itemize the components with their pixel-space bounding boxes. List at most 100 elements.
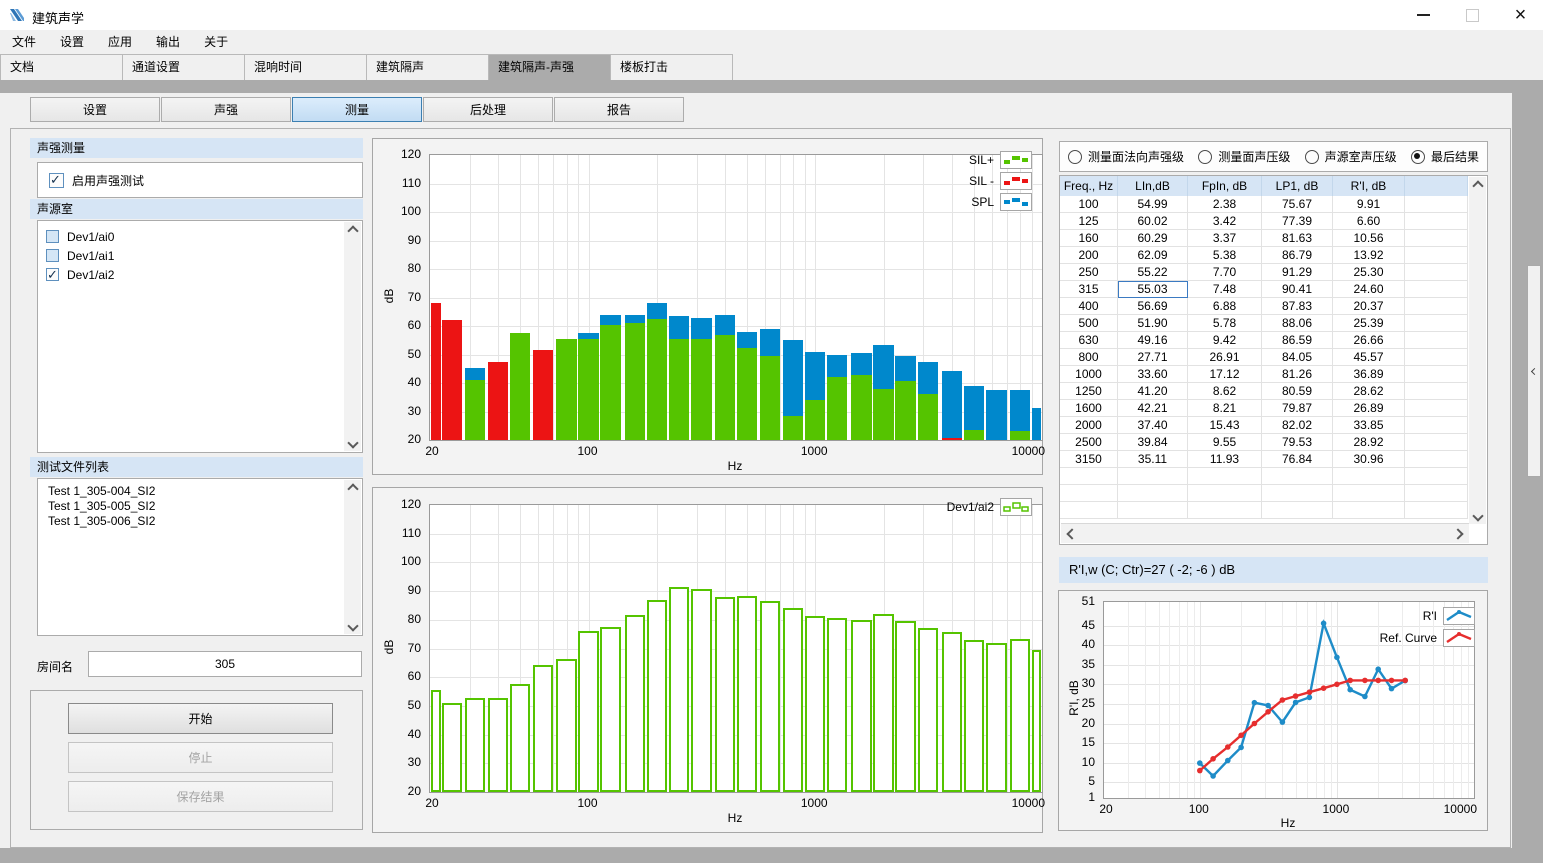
- enable-intensity-checkbox[interactable]: 启用声强测试: [49, 171, 362, 190]
- file-item[interactable]: Test 1_305-005_SI2: [48, 499, 362, 514]
- table-cell[interactable]: 2500: [1060, 434, 1118, 451]
- table-cell[interactable]: 60.02: [1118, 213, 1188, 230]
- table-cell[interactable]: 51.90: [1118, 315, 1188, 332]
- table-cell[interactable]: 91.29: [1262, 264, 1333, 281]
- table-cell[interactable]: 160: [1060, 230, 1118, 247]
- scroll-up-arrow[interactable]: [1469, 177, 1486, 194]
- table-cell[interactable]: 27.71: [1118, 349, 1188, 366]
- table-cell[interactable]: 75.67: [1262, 196, 1333, 213]
- table-cell[interactable]: 26.89: [1333, 400, 1405, 417]
- radio-option-1[interactable]: 测量面声压级: [1198, 148, 1290, 165]
- table-cell[interactable]: 125: [1060, 213, 1118, 230]
- table-cell[interactable]: 1600: [1060, 400, 1118, 417]
- table-cell[interactable]: 26.66: [1333, 332, 1405, 349]
- table-cell[interactable]: 76.84: [1262, 451, 1333, 468]
- table-cell[interactable]: [1262, 485, 1333, 502]
- table-cell[interactable]: 5.38: [1188, 247, 1262, 264]
- collapse-panel-button[interactable]: [1527, 265, 1541, 477]
- table-cell[interactable]: 11.93: [1188, 451, 1262, 468]
- radio-option-3[interactable]: 最后结果: [1411, 148, 1479, 165]
- table-cell[interactable]: 1000: [1060, 366, 1118, 383]
- tab-3[interactable]: 建筑隔声: [367, 54, 489, 81]
- file-item[interactable]: Test 1_305-006_SI2: [48, 514, 362, 529]
- subtab-2[interactable]: 测量: [292, 97, 422, 122]
- table-cell[interactable]: 88.06: [1262, 315, 1333, 332]
- table-cell[interactable]: 25.30: [1333, 264, 1405, 281]
- table-cell[interactable]: [1405, 434, 1468, 451]
- table-cell[interactable]: 3.42: [1188, 213, 1262, 230]
- subtab-3[interactable]: 后处理: [423, 97, 553, 122]
- table-cell[interactable]: 250: [1060, 264, 1118, 281]
- table-cell[interactable]: 62.09: [1118, 247, 1188, 264]
- table-cell[interactable]: 84.05: [1262, 349, 1333, 366]
- table-cell[interactable]: 2000: [1060, 417, 1118, 434]
- table-cell[interactable]: [1262, 468, 1333, 485]
- table-cell[interactable]: [1405, 417, 1468, 434]
- table-cell[interactable]: 79.87: [1262, 400, 1333, 417]
- table-cell[interactable]: [1405, 451, 1468, 468]
- table-cell[interactable]: 630: [1060, 332, 1118, 349]
- table-cell[interactable]: [1060, 468, 1118, 485]
- table-cell[interactable]: [1188, 502, 1262, 519]
- table-cell[interactable]: 33.60: [1118, 366, 1188, 383]
- table-cell[interactable]: 20.37: [1333, 298, 1405, 315]
- table-cell[interactable]: [1333, 468, 1405, 485]
- table-cell[interactable]: 500: [1060, 315, 1118, 332]
- table-cell[interactable]: 79.53: [1262, 434, 1333, 451]
- table-cell[interactable]: 36.89: [1333, 366, 1405, 383]
- subtab-1[interactable]: 声强: [161, 97, 291, 122]
- tab-2[interactable]: 混响时间: [245, 54, 367, 81]
- table-cell[interactable]: [1405, 230, 1468, 247]
- scroll-left-arrow[interactable]: [1063, 525, 1080, 542]
- channel-list-scrollbar[interactable]: [344, 222, 361, 451]
- table-cell[interactable]: 7.48: [1188, 281, 1262, 298]
- table-cell[interactable]: 81.26: [1262, 366, 1333, 383]
- table-cell[interactable]: 86.59: [1262, 332, 1333, 349]
- table-cell[interactable]: 45.57: [1333, 349, 1405, 366]
- table-cell[interactable]: 87.83: [1262, 298, 1333, 315]
- minimize-button[interactable]: [1401, 0, 1446, 30]
- table-cell[interactable]: 2.38: [1188, 196, 1262, 213]
- subtab-0[interactable]: 设置: [30, 97, 160, 122]
- table-cell[interactable]: [1118, 502, 1188, 519]
- table-cell[interactable]: 17.12: [1188, 366, 1262, 383]
- scroll-right-arrow[interactable]: [1449, 525, 1466, 542]
- table-cell[interactable]: 15.43: [1188, 417, 1262, 434]
- table-cell[interactable]: 81.63: [1262, 230, 1333, 247]
- radio-option-2[interactable]: 声源室声压级: [1305, 148, 1397, 165]
- table-cell[interactable]: [1188, 468, 1262, 485]
- table-cell[interactable]: 60.29: [1118, 230, 1188, 247]
- table-h-scrollbar[interactable]: [1061, 523, 1469, 543]
- room-name-input[interactable]: 305: [88, 651, 362, 677]
- table-cell[interactable]: [1262, 502, 1333, 519]
- table-cell[interactable]: 3150: [1060, 451, 1118, 468]
- tab-1[interactable]: 通道设置: [123, 54, 245, 81]
- table-cell[interactable]: 8.62: [1188, 383, 1262, 400]
- table-cell[interactable]: 13.92: [1333, 247, 1405, 264]
- table-cell[interactable]: 54.99: [1118, 196, 1188, 213]
- table-cell[interactable]: [1118, 468, 1188, 485]
- table-cell[interactable]: [1405, 247, 1468, 264]
- table-v-scrollbar[interactable]: [1469, 177, 1486, 524]
- table-cell[interactable]: 9.91: [1333, 196, 1405, 213]
- table-cell[interactable]: [1333, 502, 1405, 519]
- table-cell[interactable]: [1405, 332, 1468, 349]
- table-cell[interactable]: [1333, 485, 1405, 502]
- table-cell[interactable]: 100: [1060, 196, 1118, 213]
- scroll-down-arrow[interactable]: [344, 617, 361, 634]
- scroll-down-arrow[interactable]: [344, 434, 361, 451]
- scroll-down-arrow[interactable]: [1469, 507, 1486, 524]
- start-button[interactable]: 开始: [68, 703, 333, 734]
- menu-item-1[interactable]: 设置: [48, 30, 96, 54]
- tab-4[interactable]: 建筑隔声-声强: [489, 54, 611, 81]
- table-cell[interactable]: 55.22: [1118, 264, 1188, 281]
- channel-item[interactable]: Dev1/ai2: [46, 265, 362, 284]
- table-cell[interactable]: [1188, 485, 1262, 502]
- table-cell[interactable]: 400: [1060, 298, 1118, 315]
- maximize-button[interactable]: [1450, 0, 1495, 30]
- file-list-scrollbar[interactable]: [344, 480, 361, 634]
- table-cell[interactable]: 82.02: [1262, 417, 1333, 434]
- table-cell[interactable]: 10.56: [1333, 230, 1405, 247]
- channel-item[interactable]: Dev1/ai1: [46, 246, 362, 265]
- table-cell[interactable]: [1405, 400, 1468, 417]
